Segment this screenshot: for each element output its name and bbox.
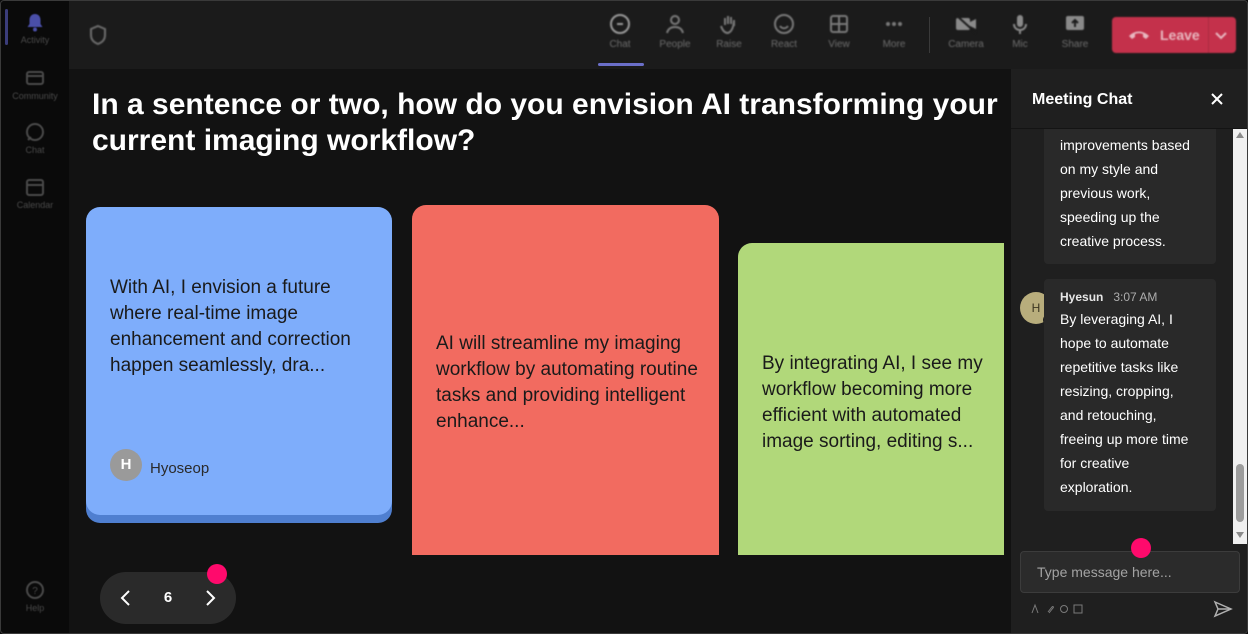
raise-button-label: Raise bbox=[716, 39, 742, 50]
rail-item-chat[interactable]: Chat bbox=[1, 121, 69, 155]
chevron-left-icon[interactable] bbox=[114, 586, 138, 610]
response-card[interactable]: By integrating AI, I see my workflow bec… bbox=[738, 243, 1004, 555]
message-composer[interactable] bbox=[1020, 551, 1240, 593]
chat-icon bbox=[610, 14, 630, 34]
active-tab-indicator bbox=[598, 63, 644, 66]
share-screen-icon bbox=[1066, 16, 1084, 30]
response-card[interactable]: AI will streamline my imaging workflow b… bbox=[412, 205, 719, 555]
people-button-label: People bbox=[659, 39, 691, 50]
hand-icon bbox=[720, 16, 735, 35]
response-card-text: By integrating AI, I see my workflow bec… bbox=[762, 353, 983, 452]
bell-icon bbox=[27, 14, 43, 32]
svg-text:?: ? bbox=[32, 586, 38, 597]
smiley-icon bbox=[774, 14, 794, 34]
format-icon bbox=[1031, 603, 1039, 614]
chat-message: improvements based on my style and previ… bbox=[1044, 129, 1216, 264]
response-card-text: AI will streamline my imaging workflow b… bbox=[436, 333, 698, 432]
help-icon: ? bbox=[26, 581, 44, 599]
rail-item-label: Activity bbox=[20, 35, 50, 45]
shield-icon[interactable] bbox=[89, 25, 107, 45]
more-button-label: More bbox=[882, 39, 906, 50]
view-button-label: View bbox=[828, 39, 850, 50]
rail-item-label: Help bbox=[25, 603, 45, 613]
toolbar-divider bbox=[929, 17, 930, 53]
camera-button[interactable]: Camera bbox=[942, 13, 990, 50]
rail-item-label: Chat bbox=[25, 145, 45, 155]
calendar-icon bbox=[26, 179, 44, 196]
rail-item-activity[interactable]: Activity bbox=[1, 11, 69, 45]
app-rail: Activity Community Chat Calendar ? Help bbox=[1, 1, 69, 633]
chat-message-meta: Hyesun 3:07 AM bbox=[1060, 287, 1200, 307]
view-button[interactable]: View bbox=[815, 13, 863, 50]
chat-timestamp: 3:07 AM bbox=[1113, 290, 1158, 304]
meeting-chat-panel: Meeting Chat improvements based on my st… bbox=[1011, 69, 1247, 633]
share-button-label: Share bbox=[1061, 39, 1089, 50]
chat-message-text: improvements based on my style and previ… bbox=[1060, 137, 1190, 249]
chat-scrollbar[interactable] bbox=[1233, 129, 1247, 544]
rail-item-label: Community bbox=[12, 91, 58, 101]
react-button-label: React bbox=[770, 39, 798, 50]
cursor-marker bbox=[207, 564, 227, 584]
chat-button[interactable]: Chat bbox=[596, 13, 644, 50]
avatar: H bbox=[110, 449, 142, 481]
camera-button-label: Camera bbox=[948, 39, 984, 50]
attach-icon bbox=[1047, 606, 1054, 614]
leave-button-label: Leave bbox=[1160, 27, 1200, 43]
cursor-marker bbox=[1131, 538, 1151, 558]
hang-up-icon bbox=[1129, 31, 1149, 39]
main-stage: In a sentence or two, how do you envisio… bbox=[69, 69, 1011, 633]
rail-item-help[interactable]: ? Help bbox=[1, 579, 69, 613]
chat-message-text: By leveraging AI, I hope to automate rep… bbox=[1060, 311, 1189, 495]
page-number: 6 bbox=[163, 589, 173, 606]
close-icon[interactable] bbox=[1209, 91, 1225, 107]
response-card-text: With AI, I envision a future where real-… bbox=[110, 277, 351, 376]
camera-off-icon bbox=[955, 14, 977, 34]
more-button[interactable]: More bbox=[870, 13, 918, 50]
raise-hand-button[interactable]: Raise bbox=[705, 13, 753, 50]
leave-split-divider bbox=[1208, 17, 1209, 53]
chat-sender: Hyesun bbox=[1060, 290, 1104, 304]
mic-button-label: Mic bbox=[1012, 39, 1028, 50]
rail-item-calendar[interactable]: Calendar bbox=[1, 176, 69, 210]
send-icon[interactable] bbox=[1213, 600, 1233, 618]
message-input[interactable] bbox=[1021, 552, 1239, 592]
chat-button-label: Chat bbox=[609, 39, 631, 50]
emoji-icon bbox=[1060, 605, 1068, 613]
rail-item-label: Calendar bbox=[16, 200, 54, 210]
people-button[interactable]: People bbox=[651, 13, 699, 50]
format-toolbar[interactable] bbox=[1031, 603, 1091, 615]
scroll-up-arrow-icon[interactable] bbox=[1236, 132, 1244, 138]
chat-message: Hyesun 3:07 AM By leveraging AI, I hope t… bbox=[1044, 279, 1216, 511]
chat-title: Meeting Chat bbox=[1032, 91, 1133, 108]
more-icon bbox=[886, 22, 902, 26]
chat-header: Meeting Chat bbox=[1011, 69, 1247, 129]
grid-view-icon bbox=[830, 15, 848, 33]
chat-message-list: improvements based on my style and previ… bbox=[1011, 129, 1247, 544]
leave-button[interactable]: Leave bbox=[1112, 17, 1236, 53]
mic-icon bbox=[1013, 15, 1027, 34]
response-card[interactable]: With AI, I envision a future where real-… bbox=[86, 207, 392, 515]
chevron-down-icon[interactable] bbox=[1214, 28, 1228, 42]
question-title: In a sentence or two, how do you envisio… bbox=[92, 88, 998, 157]
scroll-down-arrow-icon[interactable] bbox=[1236, 532, 1244, 538]
scrollbar-thumb[interactable] bbox=[1236, 464, 1244, 522]
chevron-right-icon[interactable] bbox=[198, 586, 222, 610]
meeting-toolbar: Chat People Raise React View More Camera bbox=[69, 1, 1247, 69]
gif-icon bbox=[1073, 604, 1083, 614]
chat-icon bbox=[26, 123, 44, 141]
react-button[interactable]: React bbox=[760, 13, 808, 50]
mic-button[interactable]: Mic bbox=[996, 13, 1044, 50]
rail-item-community[interactable]: Community bbox=[1, 67, 69, 101]
people-icon bbox=[666, 15, 684, 34]
author-name: Hyoseop bbox=[150, 460, 210, 477]
teams-meeting-window: Activity Community Chat Calendar ? Help … bbox=[0, 0, 1248, 634]
share-button[interactable]: Share bbox=[1051, 13, 1099, 50]
community-icon bbox=[26, 71, 44, 85]
